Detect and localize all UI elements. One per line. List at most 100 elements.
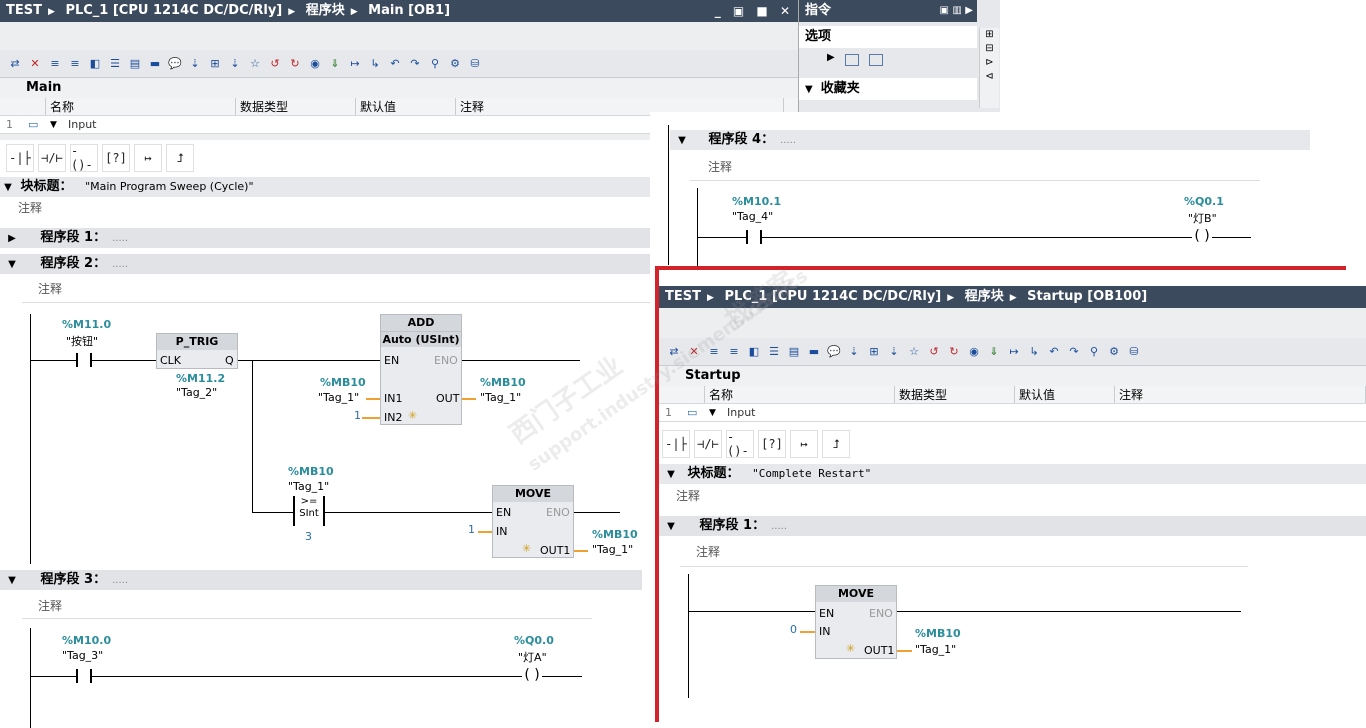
go-online-icon[interactable]: ⚙ [446, 55, 464, 73]
add-out-address[interactable]: %MB10 [480, 376, 526, 389]
coil-tag[interactable]: "灯A" [518, 649, 547, 665]
startup-segment-1-comment[interactable]: 注释 [696, 543, 720, 560]
add-box[interactable]: ADD Auto (USInt) [380, 314, 462, 425]
network-icon[interactable]: ⊞ [865, 343, 883, 361]
window-controls[interactable]: _ ▣ ■ ✕ [715, 0, 794, 22]
expand-down-icon[interactable]: ▼ [50, 116, 57, 134]
no-contact-icon[interactable]: -|├ [662, 430, 690, 458]
comment-toggle-icon[interactable]: 💬 [166, 55, 184, 73]
monitor-icon[interactable]: ◧ [86, 55, 104, 73]
forward-icon[interactable]: ↷ [1065, 343, 1083, 361]
empty-box-icon[interactable]: [?] [758, 430, 786, 458]
coil-address[interactable]: %Q0.1 [1184, 195, 1224, 208]
startup-segment-1-header[interactable]: ▼ 程序段 1：..... [659, 516, 1366, 536]
monitor-on-icon[interactable]: ◉ [965, 343, 983, 361]
list-icon[interactable]: ☰ [106, 55, 124, 73]
coil-address[interactable]: %Q0.0 [514, 634, 554, 647]
contact-tag[interactable]: "按钮" [66, 333, 98, 349]
nc-contact-icon[interactable]: ⊣/⊢ [38, 144, 66, 172]
block-comment[interactable]: 注释 [18, 199, 42, 216]
segment-2-comment[interactable]: 注释 [38, 280, 62, 297]
goto-error-icon[interactable]: ↺ [266, 55, 284, 73]
move-in-value[interactable]: 1 [468, 523, 475, 536]
col-datatype[interactable]: 数据类型 [236, 98, 356, 115]
collapse-icon[interactable]: ▼ [663, 465, 679, 484]
move-in-value[interactable]: 0 [790, 623, 797, 636]
col-comment[interactable]: 注释 [1115, 386, 1366, 403]
favorites-header[interactable]: ▼ 收藏夹 [799, 78, 977, 100]
append-row-icon[interactable]: ≡ [66, 55, 84, 73]
block-title-value[interactable]: "Main Program Sweep (Cycle)" [85, 180, 253, 193]
segment-4-header[interactable]: ▼ 程序段 4：..... [670, 130, 1310, 150]
coil-icon[interactable]: -()- [70, 144, 98, 172]
segment-2-header[interactable]: ▼ 程序段 2：..... [0, 254, 650, 274]
breadcrumb-blocks[interactable]: 程序块 [306, 0, 345, 22]
startup-block-comment[interactable]: 注释 [676, 487, 700, 504]
favorites-icon[interactable]: ☆ [905, 343, 923, 361]
network-icon[interactable]: ⊞ [206, 55, 224, 73]
coil-tag[interactable]: "灯B" [1188, 210, 1217, 226]
ptrig-address[interactable]: %M11.2 [176, 372, 225, 385]
download-icon[interactable]: ⇓ [985, 343, 1003, 361]
monitor-icon[interactable]: ◧ [745, 343, 763, 361]
watch-icon[interactable]: ⚲ [426, 55, 444, 73]
move-out-tag[interactable]: "Tag_1" [592, 543, 633, 556]
goto-next-error-icon[interactable]: ↻ [286, 55, 304, 73]
output-coil[interactable]: ( ) [1192, 229, 1212, 245]
add-in2-value[interactable]: 1 [354, 409, 361, 422]
add-in1-address[interactable]: %MB10 [320, 376, 366, 389]
collapse-icon[interactable]: ▼ [805, 84, 813, 95]
forward-icon[interactable]: ↷ [406, 55, 424, 73]
call-icon[interactable]: ↳ [1025, 343, 1043, 361]
collapse-icon[interactable]: ▼ [4, 571, 20, 590]
compare-address[interactable]: %MB10 [288, 465, 334, 478]
compare-tag[interactable]: "Tag_1" [288, 480, 329, 493]
insert-network-icon[interactable]: ⇄ [6, 55, 24, 73]
close-branch-icon[interactable]: ⮥ [166, 144, 194, 172]
contact-tag[interactable]: "Tag_4" [732, 210, 773, 223]
segment-1-header[interactable]: ▶ 程序段 1：..... [0, 228, 650, 248]
step-icon[interactable]: ↦ [346, 55, 364, 73]
move-out-tag[interactable]: "Tag_1" [915, 643, 956, 656]
col-datatype[interactable]: 数据类型 [895, 386, 1015, 403]
list-icon[interactable]: ☰ [765, 343, 783, 361]
monitor-on-icon[interactable]: ◉ [306, 55, 324, 73]
compare-type[interactable]: SInt [295, 508, 323, 520]
ptrig-tag[interactable]: "Tag_2" [176, 386, 217, 399]
nc-contact-icon[interactable]: ⊣/⊢ [694, 430, 722, 458]
startup-segment-1-title[interactable]: ..... [771, 521, 787, 532]
contact-address[interactable]: %M10.0 [62, 634, 111, 647]
favorites-icon[interactable]: ☆ [246, 55, 264, 73]
no-contact-icon[interactable]: -|├ [6, 144, 34, 172]
view-icon[interactable] [845, 54, 859, 66]
open-branch-icon[interactable]: ↦ [134, 144, 162, 172]
col-name[interactable]: 名称 [705, 386, 895, 403]
compare-value[interactable]: 3 [305, 530, 312, 543]
breadcrumb-project[interactable]: TEST [6, 0, 42, 22]
expand-down-icon[interactable]: ▼ [709, 404, 716, 422]
output-coil[interactable]: ( ) [522, 668, 542, 684]
move-out-address[interactable]: %MB10 [915, 627, 961, 640]
comment-toggle-icon[interactable]: 💬 [825, 343, 843, 361]
go-online-icon[interactable]: ⚙ [1105, 343, 1123, 361]
startup-interface-row[interactable]: 1 ▭ ▼ Input [659, 404, 1366, 422]
contact-address[interactable]: %M10.1 [732, 195, 781, 208]
contact-tag[interactable]: "Tag_3" [62, 649, 103, 662]
database-icon[interactable]: ⛁ [466, 55, 484, 73]
breadcrumb-blocks[interactable]: 程序块 [965, 286, 1004, 308]
collapse-icon[interactable]: ▼ [0, 178, 16, 197]
goto-next-error-icon[interactable]: ↻ [945, 343, 963, 361]
move-out-address[interactable]: %MB10 [592, 528, 638, 541]
block-title-row[interactable]: ▼ 块标题： "Main Program Sweep (Cycle)" [0, 177, 650, 197]
coil-icon[interactable]: -()- [726, 430, 754, 458]
segment-3-comment[interactable]: 注释 [38, 597, 62, 614]
contact-address[interactable]: %M11.0 [62, 318, 111, 331]
no-contact[interactable] [76, 669, 92, 683]
delete-network-icon[interactable]: ✕ [26, 55, 44, 73]
close-branch-icon[interactable]: ⮥ [822, 430, 850, 458]
add-out-tag[interactable]: "Tag_1" [480, 391, 521, 404]
block-title-value[interactable]: "Complete Restart" [752, 467, 871, 480]
collapse-icon[interactable]: ▼ [4, 255, 20, 274]
open-branch-icon[interactable]: ↦ [790, 430, 818, 458]
back-icon[interactable]: ↶ [386, 55, 404, 73]
